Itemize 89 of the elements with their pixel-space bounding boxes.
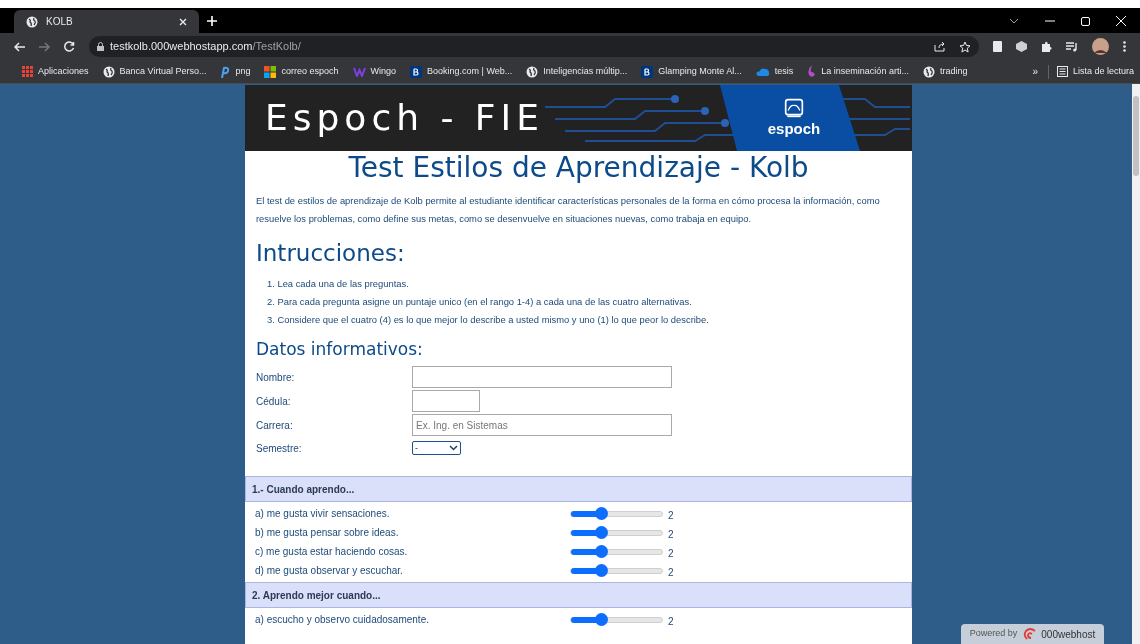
list-icon [1056,66,1068,77]
reading-list-button[interactable]: Lista de lectura [1056,64,1134,79]
extensions-icon[interactable] [1041,41,1052,52]
address-bar[interactable]: testkolb.000webhostapp.com/TestKolb/ [89,36,979,57]
instruction-item: 3. Considere que el cuatro (4) es lo que mejor lo describe a usted mismo y uno (1) lo que peor lo describe. [267,313,710,327]
slider-value: 2 [668,508,674,523]
b-logo-icon [641,65,654,78]
bookmark[interactable]: Glamping Monte Al... [641,64,742,79]
instruction-item: 2. Para cada pregunta asigne un puntaje unico (en el rango 1-4) a cada una de las cuatro alternativas. [267,295,693,309]
slider-thumb[interactable] [595,544,608,558]
option-label: a) me gusta vivir sensaciones. [254,507,391,521]
reload-icon[interactable] [64,41,75,52]
forward-icon[interactable] [39,41,50,52]
slider-value: 2 [668,546,674,561]
globe-icon [102,65,115,78]
more-icon[interactable] [1123,41,1126,52]
bookmark[interactable]: Wingo [352,64,396,79]
slider-value: 2 [668,565,674,580]
option-label: a) escucho y observo cuidadosamente. [254,613,430,627]
new-tab-icon[interactable] [207,16,217,26]
bookmark[interactable]: Banca Virtual Perso... [102,64,207,79]
cloud-icon [755,67,770,76]
instructions-heading: Intrucciones: [255,242,406,265]
slider-track[interactable] [570,567,663,574]
select-field[interactable]: - [412,441,461,455]
slider-thumb[interactable] [595,525,608,539]
close-window-icon[interactable] [1116,16,1126,26]
playlist-icon[interactable] [1066,41,1078,52]
slider-value: 2 [668,614,674,629]
field-label: Carrera: [256,418,294,433]
field-label: Semestre: [256,441,303,456]
apps-grid-icon [22,66,33,77]
powered-by-badge[interactable]: Powered by 000webhost [961,624,1104,644]
globe-icon [526,65,539,78]
option-label: d) me gusta observar y escuchar. [254,564,404,578]
globe-icon [922,65,935,78]
close-icon[interactable] [179,17,187,26]
more-bookmarks-button[interactable]: » [1032,64,1038,79]
page-title: Test Estilos de Aprendizaje - Kolb [347,154,810,182]
star-icon[interactable] [959,40,971,53]
instruction-item: 1. Lea cada una de las preguntas. [267,277,410,291]
w-logo-icon [352,66,366,77]
intro-text: El test de estilos de aprendizaje de Kolb permite al estudiante identificar características personales de la forma en cómo procesa la información, como resuelve los problemas, como define sus metas, como se desenvuelve en situaciones nuevas, como trabaja en equipo. [255,194,881,226]
swirl-icon [807,65,817,78]
question-header: 1.- Cuando aprendo... [245,476,912,502]
globe-icon [26,15,38,28]
share-icon[interactable] [934,41,945,52]
browser-tab[interactable]: KOLB [14,10,199,33]
banner-title: Espoch - FIE [265,100,544,136]
back-icon[interactable] [14,41,25,52]
bookmark[interactable]: tesis [755,64,794,79]
text-field[interactable]: Ex. Ing. en Sistemas [412,414,672,436]
url-text: testkolb.000webhostapp.com/TestKolb/ [110,39,302,55]
windows-squares-icon [264,65,277,78]
bookmark[interactable]: Inteligencias múltip... [526,64,628,79]
field-label: Cédula: [256,394,292,409]
slider-value: 2 [668,527,674,542]
option-label: b) me gusta pensar sobre ideas. [254,526,400,540]
option-label: c) me gusta estar haciendo cosas. [254,545,409,559]
field-label: Nombre: [256,370,296,385]
slider-thumb[interactable] [595,506,608,520]
bookmark[interactable]: Aplicaciones [22,64,89,79]
slider-track[interactable] [570,529,663,536]
bookmark[interactable]: La inseminación arti... [807,64,909,79]
bookmark[interactable]: Booking.com | Web... [410,64,513,79]
b-logo-icon [410,65,422,78]
text-field[interactable] [412,390,480,412]
slider-thumb[interactable] [595,612,608,626]
chevron-down-icon[interactable] [1009,18,1019,24]
swirl-logo-icon [1022,628,1037,640]
slider-thumb[interactable] [595,563,608,577]
slider-track[interactable] [570,616,663,623]
text-field[interactable] [412,366,672,388]
logo-text: espoch [766,118,822,139]
tab-title: KOLB [46,15,74,29]
bookmark[interactable]: correo espoch [264,64,339,79]
lock-icon [97,42,104,51]
slider-track[interactable] [570,548,663,555]
p-logo-icon [220,65,231,78]
bookmark[interactable]: trading [922,64,968,79]
cube-icon[interactable] [1016,41,1027,52]
slider-track[interactable] [570,510,663,517]
data-heading: Datos informativos: [255,341,424,358]
crest-icon [784,97,804,118]
bookmark[interactable]: png [220,64,251,79]
avatar-icon[interactable] [1092,38,1109,55]
chevron-down-icon [449,445,458,451]
question-header: 2. Aprendo mejor cuando... [245,582,912,608]
maximize-icon[interactable] [1081,16,1090,26]
